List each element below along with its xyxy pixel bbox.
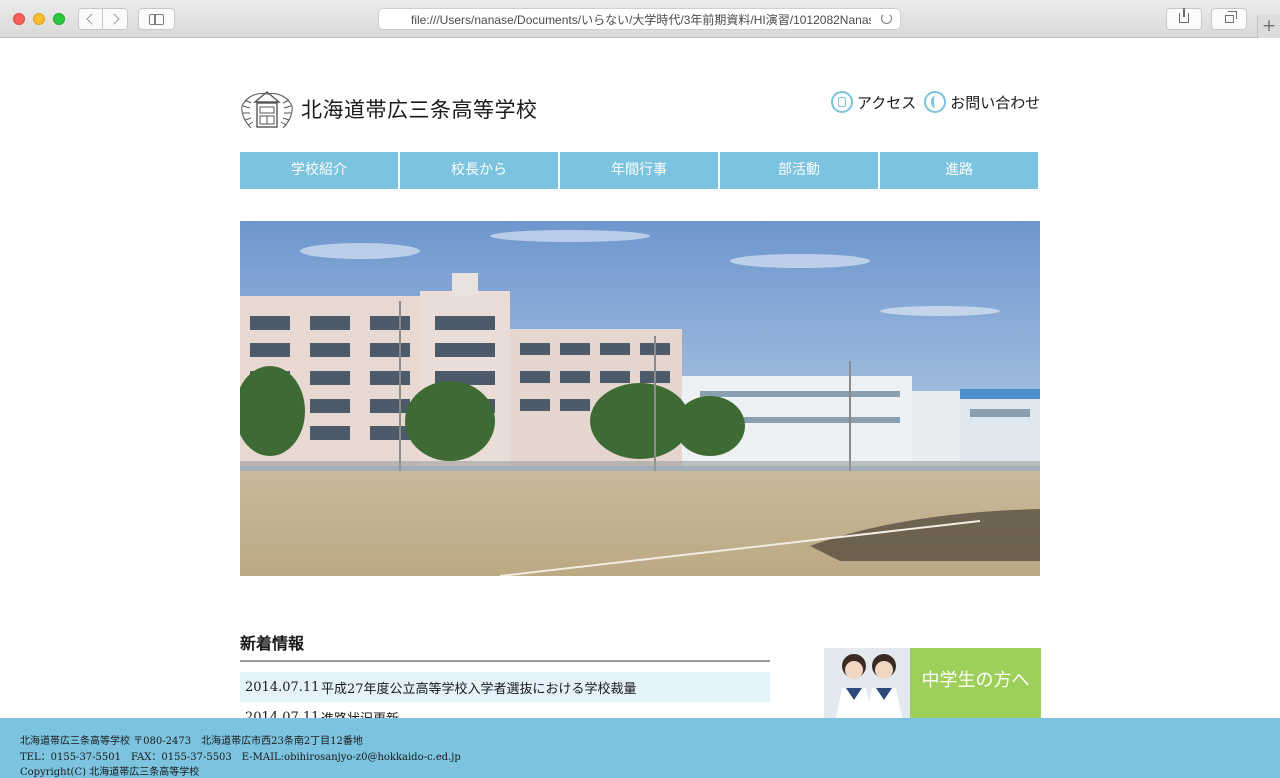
nav-item-club-activities[interactable]: 部活動 — [720, 152, 878, 189]
tabs-icon — [1225, 11, 1237, 23]
nav-item-school-intro[interactable]: 学校紹介 — [240, 152, 398, 189]
sidebar-icon — [149, 13, 164, 25]
share-button[interactable] — [1166, 8, 1202, 30]
show-tabs-button[interactable] — [1211, 8, 1247, 30]
chevron-left-icon — [86, 13, 98, 25]
news-date: 2014.07.11 — [245, 679, 320, 695]
nav-item-annual-events[interactable]: 年間行事 — [560, 152, 718, 189]
news-title: 平成27年度公立高等学校入学者選抜における学校裁量 — [321, 681, 637, 697]
bus-icon — [831, 91, 853, 113]
phone-icon — [924, 91, 947, 113]
forward-button[interactable] — [103, 8, 128, 30]
share-icon — [1179, 8, 1189, 23]
close-window-button[interactable] — [13, 13, 25, 25]
nav-item-principal[interactable]: 校長から — [400, 152, 558, 189]
jhs-banner-label: 中学生の方へ — [910, 648, 1041, 718]
footer-copyright: Copyright(C) 北海道帯広三条高等学校 — [20, 767, 200, 778]
address-bar[interactable]: file:///Users/nanase/Documents/いらない/大学時代… — [378, 8, 901, 30]
browser-titlebar: file:///Users/nanase/Documents/いらない/大学時代… — [0, 0, 1280, 38]
contact-link[interactable]: お問い合わせ — [924, 91, 1040, 113]
school-crest-logo[interactable] — [239, 86, 295, 132]
news-item[interactable]: 2014.07.11 平成27年度公立高等学校入学者選抜における学校裁量 — [240, 672, 770, 702]
chevron-right-icon — [107, 13, 120, 25]
zoom-window-button[interactable] — [53, 13, 65, 25]
url-text: file:///Users/nanase/Documents/いらない/大学時代… — [411, 13, 871, 27]
global-nav: 学校紹介 校長から 年間行事 部活動 進路 — [240, 152, 1040, 189]
footer-contact: TEL：0155-37-5501 FAX：0155-37-5503 E-MAIL… — [20, 752, 461, 763]
contact-link-label: お問い合わせ — [950, 93, 1041, 112]
hero-school-photo — [240, 221, 1040, 576]
minimize-window-button[interactable] — [33, 13, 45, 25]
site-footer: 北海道帯広三条高等学校 〒080-2473 北海道帯広市西23条南2丁目12番地… — [0, 718, 1280, 778]
back-button[interactable] — [78, 8, 103, 30]
access-link[interactable]: アクセス — [831, 91, 916, 113]
new-tab-button[interactable]: + — [1257, 15, 1280, 38]
students-photo — [824, 648, 910, 718]
reload-icon[interactable] — [881, 13, 892, 24]
access-link-label: アクセス — [857, 93, 917, 112]
news-divider — [240, 660, 770, 662]
jhs-students-banner[interactable]: 中学生の方へ — [824, 648, 1041, 718]
sidebar-toggle-button[interactable] — [138, 8, 175, 30]
site-title[interactable]: 北海道帯広三条高等学校 — [301, 94, 538, 124]
utility-links: アクセス お問い合わせ — [831, 89, 1048, 115]
news-heading: 新着情報 — [240, 634, 305, 653]
nav-item-career[interactable]: 進路 — [880, 152, 1038, 189]
footer-address: 北海道帯広三条高等学校 〒080-2473 北海道帯広市西23条南2丁目12番地 — [20, 736, 363, 747]
